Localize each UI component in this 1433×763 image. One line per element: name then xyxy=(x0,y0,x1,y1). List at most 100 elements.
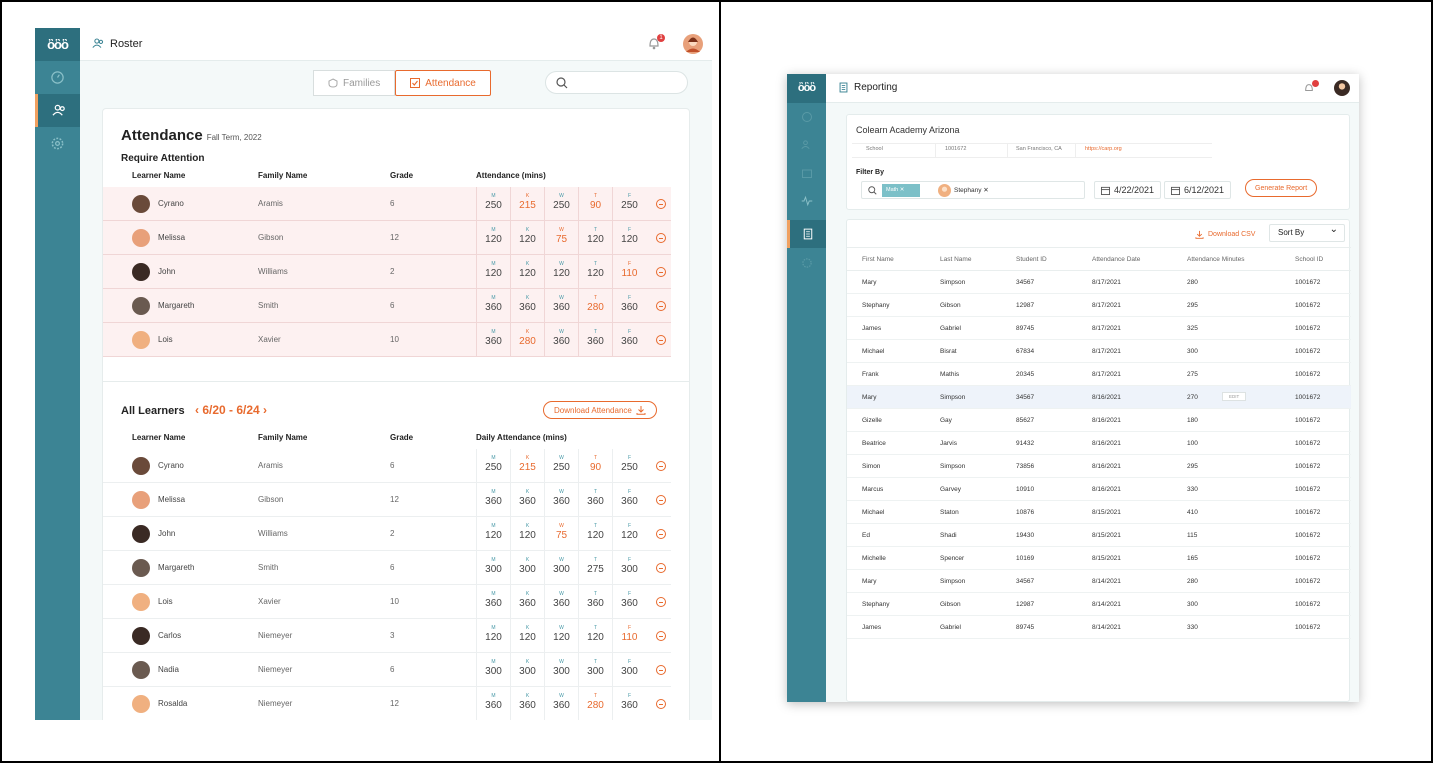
first-name: Stephany xyxy=(862,302,890,309)
learner-name[interactable]: Margareth xyxy=(158,563,194,572)
table-row[interactable]: James Gabriel 89745 8/14/2021 330 1001672 xyxy=(847,616,1351,639)
date-from-picker[interactable]: 4/22/2021 xyxy=(1094,181,1162,199)
learner-name[interactable]: Melissa xyxy=(158,495,185,504)
search-input[interactable] xyxy=(545,71,688,94)
student-id: 12987 xyxy=(1016,601,1035,608)
user-avatar[interactable] xyxy=(1334,80,1350,96)
school-id: 1001672 xyxy=(1295,486,1321,493)
settings-gear-icon[interactable] xyxy=(787,249,826,277)
col-student-id[interactable]: Student ID xyxy=(1016,256,1047,263)
learner-name[interactable]: Lois xyxy=(158,335,173,344)
filter-chip-subject[interactable]: Math ✕ xyxy=(882,184,920,197)
day-letter: W xyxy=(559,227,564,233)
more-options-icon[interactable] xyxy=(656,233,666,243)
table-row[interactable]: Marcus Garvey 10910 8/16/2021 330 1001672 xyxy=(847,478,1351,501)
more-options-icon[interactable] xyxy=(656,529,666,539)
table-row[interactable]: Michael Bisrat 67834 8/17/2021 300 1001672 xyxy=(847,340,1351,363)
learner-name[interactable]: Cyrano xyxy=(158,199,184,208)
learner-name[interactable]: John xyxy=(158,529,175,538)
day-letter: T xyxy=(593,295,598,301)
dashboard-icon[interactable] xyxy=(787,103,826,131)
school-id: 1001672 xyxy=(945,146,967,152)
roster-icon[interactable] xyxy=(35,94,80,127)
more-options-icon[interactable] xyxy=(656,199,666,209)
more-options-icon[interactable] xyxy=(656,461,666,471)
minutes-value: 120 xyxy=(485,268,502,279)
minutes-value: 120 xyxy=(485,632,502,643)
minutes-value: 360 xyxy=(621,496,638,507)
table-row[interactable]: Michelle Spencer 10169 8/15/2021 165 1001672 xyxy=(847,547,1351,570)
day-letter: F xyxy=(627,455,632,461)
app-logo[interactable]: ὂὃὃ xyxy=(787,74,826,103)
col-attendance-minutes[interactable]: Attendance Minutes xyxy=(1187,256,1244,263)
table-row[interactable]: Simon Simpson 73856 8/16/2021 295 1001672 xyxy=(847,455,1351,478)
generate-report-button[interactable]: Generate Report xyxy=(1245,179,1318,197)
week-range-selector[interactable]: ‹ 6/20 - 6/24 › xyxy=(195,403,267,417)
download-attendance-button[interactable]: Download Attendance xyxy=(543,401,657,419)
table-row[interactable]: Michael Staton 10876 8/15/2021 410 1001672 xyxy=(847,501,1351,524)
col-school-id[interactable]: School ID xyxy=(1295,256,1323,263)
learner-name[interactable]: John xyxy=(158,267,175,276)
tab-attendance[interactable]: Attendance xyxy=(395,70,491,96)
download-csv-button[interactable]: Download CSV xyxy=(1195,230,1255,239)
table-row[interactable]: James Gabriel 89745 8/17/2021 325 1001672 xyxy=(847,317,1351,340)
more-options-icon[interactable] xyxy=(656,301,666,311)
more-options-icon[interactable] xyxy=(656,495,666,505)
table-row[interactable]: Gizelle Gay 85627 8/16/2021 180 1001672 xyxy=(847,409,1351,432)
col-attendance-date[interactable]: Attendance Date xyxy=(1092,256,1140,263)
learner-name[interactable]: Rosalda xyxy=(158,699,187,708)
more-options-icon[interactable] xyxy=(656,699,666,709)
edit-button[interactable]: EDIT xyxy=(1222,392,1247,401)
day-cell: K 120 xyxy=(510,221,544,255)
app-logo[interactable]: ὂὃὃ xyxy=(35,28,80,61)
more-options-icon[interactable] xyxy=(656,563,666,573)
minutes-value: 360 xyxy=(519,302,536,313)
minutes-value: 275 xyxy=(587,564,604,575)
col-first-name[interactable]: First Name xyxy=(862,256,894,263)
table-row[interactable]: Ed Shadi 19430 8/15/2021 115 1001672 xyxy=(847,524,1351,547)
table-row[interactable]: Stephany Gibson 12987 8/17/2021 295 1001672 xyxy=(847,294,1351,317)
activity-icon[interactable] xyxy=(787,187,826,215)
dashboard-icon[interactable] xyxy=(35,61,80,94)
more-options-icon[interactable] xyxy=(656,335,666,345)
more-options-icon[interactable] xyxy=(656,267,666,277)
table-row[interactable]: Mary Simpson 34567 8/16/2021 270 1001672 EDIT xyxy=(847,386,1351,409)
day-cell: W 360 xyxy=(544,687,578,720)
table-row[interactable]: Mary Simpson 34567 8/17/2021 280 1001672 xyxy=(847,271,1351,294)
last-name: Simpson xyxy=(940,394,966,401)
minutes-value: 120 xyxy=(587,234,604,245)
minutes-value: 120 xyxy=(485,234,502,245)
tab-families[interactable]: Families xyxy=(313,70,396,96)
table-row[interactable]: Frank Mathis 20345 8/17/2021 275 1001672 xyxy=(847,363,1351,386)
filter-input[interactable]: Math ✕ Stephany ✕ xyxy=(861,181,1085,199)
date-to-picker[interactable]: 6/12/2021 xyxy=(1164,181,1232,199)
learner-name[interactable]: Lois xyxy=(158,597,173,606)
more-options-icon[interactable] xyxy=(656,665,666,675)
table-row[interactable]: Mary Simpson 34567 8/14/2021 280 1001672 xyxy=(847,570,1351,593)
learner-name[interactable]: Melissa xyxy=(158,233,185,242)
school-url[interactable]: https://carp.org xyxy=(1085,146,1122,152)
learner-name[interactable]: Carlos xyxy=(158,631,181,640)
student-id: 20345 xyxy=(1016,371,1035,378)
settings-gear-icon[interactable] xyxy=(35,127,80,160)
learner-name[interactable]: Nadia xyxy=(158,665,179,674)
table-row[interactable]: Stephany Gibson 12987 8/14/2021 300 1001672 xyxy=(847,593,1351,616)
learner-name[interactable]: Margareth xyxy=(158,301,194,310)
roster-icon[interactable] xyxy=(787,131,826,159)
reporting-icon[interactable] xyxy=(787,220,826,248)
grade: 12 xyxy=(390,699,399,708)
user-avatar[interactable] xyxy=(683,34,703,54)
col-last-name[interactable]: Last Name xyxy=(940,256,971,263)
filter-chip-person[interactable]: Stephany ✕ xyxy=(954,186,989,194)
sort-by-select[interactable]: Sort By xyxy=(1269,222,1345,242)
more-options-icon[interactable] xyxy=(656,631,666,641)
col-daily-attendance: Daily Attendance (mins) xyxy=(476,433,567,442)
day-letter: F xyxy=(627,227,632,233)
learner-name[interactable]: Cyrano xyxy=(158,461,184,470)
table-row[interactable]: Beatrice Jarvis 91432 8/16/2021 100 1001672 xyxy=(847,432,1351,455)
more-options-icon[interactable] xyxy=(656,597,666,607)
day-cell: W 75 xyxy=(544,517,578,551)
minutes-value: 360 xyxy=(553,496,570,507)
calendar-icon[interactable] xyxy=(787,159,826,187)
attendance-date: 8/16/2021 xyxy=(1092,463,1121,470)
